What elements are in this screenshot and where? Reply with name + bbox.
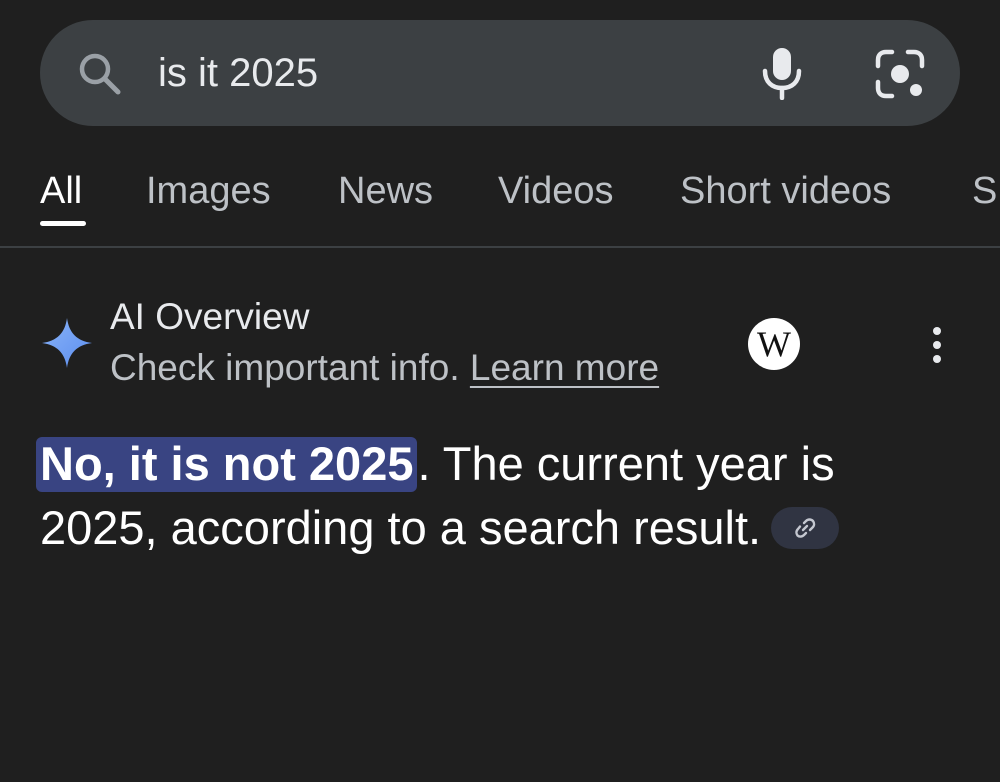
sparkle-icon (42, 318, 92, 368)
answer-highlight: No, it is not 2025 (36, 437, 418, 492)
search-icon[interactable] (76, 50, 124, 98)
tab-images[interactable]: Images (146, 166, 271, 216)
ai-overview-answer: No, it is not 2025. The current year is … (36, 432, 940, 560)
search-results-page: is it 2025 All Images News Videos Short … (0, 0, 1000, 782)
tab-all[interactable]: All (40, 166, 82, 216)
more-vert-icon[interactable] (924, 324, 950, 366)
mic-icon[interactable] (758, 46, 806, 100)
active-tab-indicator (40, 221, 86, 226)
ai-overview-title: AI Overview (110, 296, 310, 337)
ai-overview-subtitle: Check important info. Learn more (110, 344, 659, 392)
tab-short-videos[interactable]: Short videos (680, 166, 891, 216)
link-icon (795, 517, 816, 538)
search-input[interactable]: is it 2025 (158, 48, 318, 98)
lens-camera-icon[interactable] (874, 48, 926, 100)
learn-more-link[interactable]: Learn more (470, 347, 659, 388)
source-link-chip[interactable] (771, 506, 840, 549)
search-tabs: All Images News Videos Short videos Sh (0, 160, 1000, 248)
ai-overview-disclaimer: Check important info. (110, 347, 460, 388)
tab-videos[interactable]: Videos (498, 166, 614, 216)
tab-shopping-partial[interactable]: Sh (972, 166, 1000, 216)
tab-news[interactable]: News (338, 166, 433, 216)
wikipedia-source-badge[interactable]: W (748, 318, 800, 370)
tabs-divider (0, 246, 1000, 248)
